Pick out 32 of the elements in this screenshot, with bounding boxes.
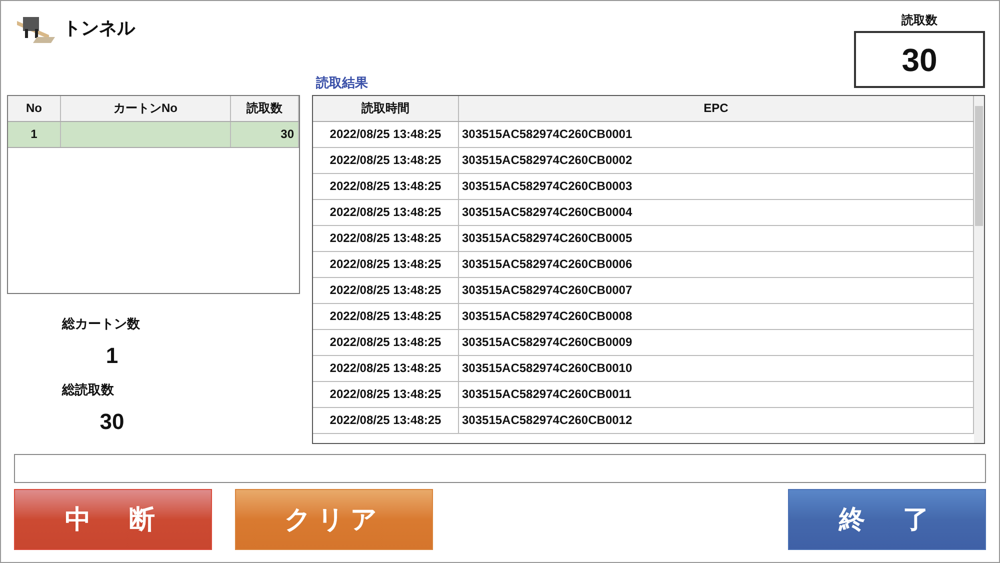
column-header: 読取数 xyxy=(231,96,299,121)
summary-value: 30 xyxy=(98,408,126,436)
conveyor-icon xyxy=(15,15,55,45)
summary-label: 総読取数 xyxy=(62,380,115,399)
table-cell: 2022/08/25 13:48:25 xyxy=(313,278,459,303)
table-cell: 2022/08/25 13:48:25 xyxy=(313,226,459,251)
column-header: No xyxy=(8,96,61,121)
table-cell: 2022/08/25 13:48:25 xyxy=(313,330,459,355)
table-cell: 2022/08/25 13:48:25 xyxy=(313,148,459,173)
column-header: カートンNo xyxy=(61,96,231,121)
end-button[interactable]: 終 了 xyxy=(788,489,986,550)
summary-label: 総カートン数 xyxy=(62,314,141,333)
table-cell: 30 xyxy=(231,122,299,147)
table-cell: 2022/08/25 13:48:25 xyxy=(313,356,459,381)
scrollbar[interactable] xyxy=(974,96,984,443)
read-count-display: 30 xyxy=(854,31,985,88)
read-count-label: 読取数 xyxy=(902,12,938,29)
table-cell: 2022/08/25 13:48:25 xyxy=(313,382,459,407)
table-cell: 2022/08/25 13:48:25 xyxy=(313,252,459,277)
table-cell: 2022/08/25 13:48:25 xyxy=(313,122,459,147)
table-row[interactable]: 1 30 xyxy=(8,122,299,148)
table-cell: 1 xyxy=(8,122,61,147)
table-cell: 2022/08/25 13:48:25 xyxy=(313,304,459,329)
clear-button[interactable]: クリア xyxy=(235,489,433,550)
stop-button[interactable]: 中 断 xyxy=(14,489,212,550)
window-title: トンネル xyxy=(63,17,135,40)
results-title: 読取結果 xyxy=(314,74,369,92)
table-cell: 2022/08/25 13:48:25 xyxy=(313,408,459,433)
summary-value: 1 xyxy=(104,342,120,370)
table-cell: 2022/08/25 13:48:25 xyxy=(313,174,459,199)
column-header: 読取時間 xyxy=(313,96,459,121)
table-cell: 2022/08/25 13:48:25 xyxy=(313,200,459,225)
